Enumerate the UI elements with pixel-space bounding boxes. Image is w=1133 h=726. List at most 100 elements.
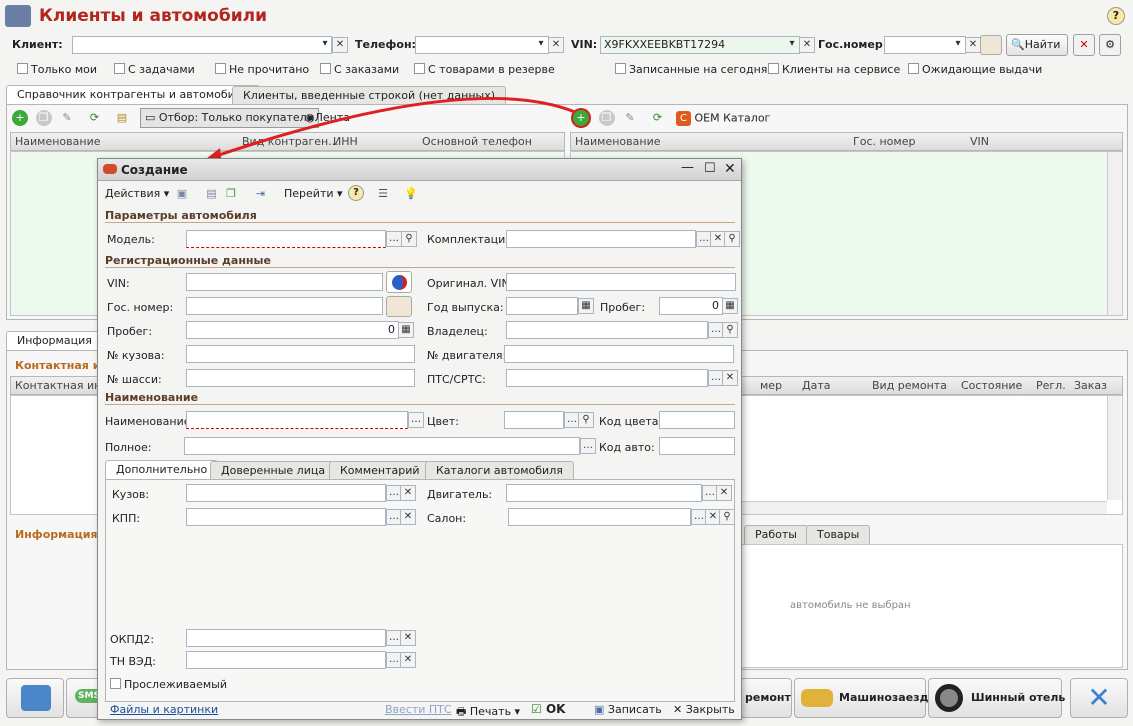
name-input[interactable] bbox=[186, 411, 408, 429]
check-awaiting-delivery[interactable]: Ожидающие выдачи bbox=[908, 63, 1042, 76]
hierarchy-icon[interactable]: ▤ bbox=[114, 110, 130, 126]
mileage-top-input[interactable]: 0 bbox=[659, 297, 723, 315]
dialog-minimize-icon[interactable]: — bbox=[681, 160, 694, 175]
model-select-icon[interactable]: … bbox=[386, 231, 402, 247]
list-icon[interactable]: ☰ bbox=[375, 186, 391, 202]
engine-input[interactable] bbox=[506, 484, 702, 502]
model-search-icon[interactable]: ⚲ bbox=[401, 231, 417, 247]
oem-catalog-button[interactable]: C OEM Каталог bbox=[676, 111, 770, 126]
repairs-scrollbar[interactable] bbox=[1107, 396, 1121, 500]
pts-clear-icon[interactable]: ✕ bbox=[722, 370, 738, 386]
goto-icon[interactable]: ⇥ bbox=[253, 186, 269, 202]
car-code-input[interactable] bbox=[659, 437, 735, 455]
color-input[interactable] bbox=[504, 411, 564, 429]
check-with-orders[interactable]: С заказами bbox=[320, 63, 399, 76]
orig-vin-input[interactable] bbox=[506, 273, 736, 291]
client-clear-icon[interactable]: ✕ bbox=[332, 37, 348, 53]
vin-input[interactable]: X9FKXXEEBKBT17294 bbox=[600, 36, 800, 54]
owner-input[interactable] bbox=[506, 321, 708, 339]
save-close-icon[interactable]: ▣ bbox=[174, 186, 190, 202]
mileage-input[interactable]: 0 bbox=[186, 321, 399, 339]
pts-input[interactable] bbox=[506, 369, 708, 387]
close-app-button[interactable]: ✕ bbox=[1070, 678, 1128, 718]
full-name-select-icon[interactable]: … bbox=[580, 438, 596, 454]
col-state[interactable]: Состояние bbox=[961, 379, 1022, 392]
equipment-input[interactable] bbox=[506, 230, 696, 248]
copy-car-icon[interactable]: ❐ bbox=[598, 110, 615, 126]
engine-number-input[interactable] bbox=[504, 345, 734, 363]
dialog-help-icon[interactable]: ? bbox=[348, 185, 364, 201]
repairs-hscrollbar[interactable] bbox=[741, 501, 1107, 514]
col-regl[interactable]: Регл. bbox=[1036, 379, 1066, 392]
col-order[interactable]: Заказ bbox=[1074, 379, 1107, 392]
col-date[interactable]: Дата bbox=[802, 379, 830, 392]
dialog-tab-comment[interactable]: Комментарий bbox=[329, 461, 431, 480]
refresh-icon[interactable]: ⟳ bbox=[87, 110, 103, 126]
col-number[interactable]: мер bbox=[760, 379, 782, 392]
tnved-input[interactable] bbox=[186, 651, 386, 669]
tip-icon[interactable]: 💡 bbox=[403, 186, 419, 202]
vin-decode-icon[interactable] bbox=[386, 271, 412, 293]
plate-icon[interactable] bbox=[980, 35, 1002, 55]
tracked-checkbox[interactable]: Прослеживаемый bbox=[110, 678, 227, 691]
check-reserved-goods[interactable]: С товарами в резерве bbox=[414, 63, 555, 76]
equipment-search-icon[interactable]: ⚲ bbox=[724, 231, 740, 247]
dialog-actions-menu[interactable]: Действия ▾ bbox=[105, 187, 169, 200]
mileage-calc-icon[interactable]: ▦ bbox=[398, 322, 414, 338]
year-input[interactable] bbox=[506, 297, 578, 315]
year-calendar-icon[interactable]: ▦ bbox=[578, 298, 594, 314]
gos-dropdown-icon[interactable]: ▾ bbox=[950, 37, 966, 53]
body-input[interactable] bbox=[186, 484, 386, 502]
car-entry-button[interactable]: Машинозаезд bbox=[794, 678, 928, 718]
copy-doc-icon[interactable]: ❐ bbox=[223, 186, 239, 202]
help-icon[interactable]: ? bbox=[1107, 7, 1125, 25]
color-code-input[interactable] bbox=[659, 411, 735, 429]
clear-search-icon[interactable]: ✕ bbox=[1073, 34, 1095, 56]
engine-clear-icon[interactable]: ✕ bbox=[716, 485, 732, 501]
okpd-input[interactable] bbox=[186, 629, 386, 647]
phone-dropdown-icon[interactable]: ▾ bbox=[533, 37, 549, 53]
full-name-input[interactable] bbox=[184, 437, 580, 455]
check-booked-today[interactable]: Записанные на сегодня bbox=[615, 63, 767, 76]
salon-input[interactable] bbox=[508, 508, 691, 526]
col-car-name[interactable]: Наименование bbox=[575, 135, 660, 148]
form-icon[interactable]: ▤ bbox=[204, 186, 220, 202]
phone-clear-icon[interactable]: ✕ bbox=[548, 37, 564, 53]
tire-hotel-button[interactable]: Шинный отель bbox=[928, 678, 1065, 718]
model-input[interactable] bbox=[186, 230, 386, 248]
color-search-icon[interactable]: ⚲ bbox=[578, 412, 594, 428]
files-link[interactable]: Файлы и картинки bbox=[110, 703, 218, 716]
phone-input[interactable] bbox=[415, 36, 549, 54]
vin-field[interactable] bbox=[186, 273, 383, 291]
salon-search-icon[interactable]: ⚲ bbox=[719, 509, 735, 525]
save-button[interactable]: ▣ Записать bbox=[594, 703, 662, 716]
gos-clear-icon[interactable]: ✕ bbox=[965, 37, 981, 53]
plate-check-icon[interactable] bbox=[386, 296, 412, 317]
gearbox-clear-icon[interactable]: ✕ bbox=[400, 509, 416, 525]
dialog-goto-menu[interactable]: Перейти ▾ bbox=[284, 187, 343, 200]
check-clients-on-service[interactable]: Клиенты на сервисе bbox=[768, 63, 900, 76]
refresh-car-icon[interactable]: ⟳ bbox=[650, 110, 666, 126]
col-repair-type[interactable]: Вид ремонта bbox=[872, 379, 947, 392]
print-button[interactable]: 🖶 Печать ▾ bbox=[456, 703, 520, 722]
phone-app-button[interactable] bbox=[6, 678, 64, 718]
gearbox-input[interactable] bbox=[186, 508, 386, 526]
gos-number-field[interactable] bbox=[186, 297, 383, 315]
client-input[interactable] bbox=[72, 36, 332, 54]
tnved-clear-icon[interactable]: ✕ bbox=[400, 652, 416, 668]
client-dropdown-icon[interactable]: ▾ bbox=[317, 37, 333, 53]
tab-works[interactable]: Работы bbox=[744, 525, 808, 544]
col-car-gos[interactable]: Гос. номер bbox=[853, 135, 915, 148]
search-button[interactable]: 🔍Найти bbox=[1006, 34, 1068, 56]
vin-clear-icon[interactable]: ✕ bbox=[799, 37, 815, 53]
okpd-clear-icon[interactable]: ✕ bbox=[400, 630, 416, 646]
add-icon[interactable]: + bbox=[12, 110, 28, 126]
mileage-top-calc-icon[interactable]: ▦ bbox=[722, 298, 738, 314]
edit-icon[interactable]: ✎ bbox=[59, 110, 75, 126]
enter-pts-link[interactable]: Ввести ПТС bbox=[385, 703, 452, 716]
body-clear-icon[interactable]: ✕ bbox=[400, 485, 416, 501]
close-button[interactable]: ✕ Закрыть bbox=[673, 703, 735, 716]
dialog-tab-trusted[interactable]: Доверенные лица bbox=[210, 461, 337, 480]
check-only-mine[interactable]: Только мои bbox=[17, 63, 97, 76]
dialog-tab-extra[interactable]: Дополнительно bbox=[105, 460, 219, 480]
